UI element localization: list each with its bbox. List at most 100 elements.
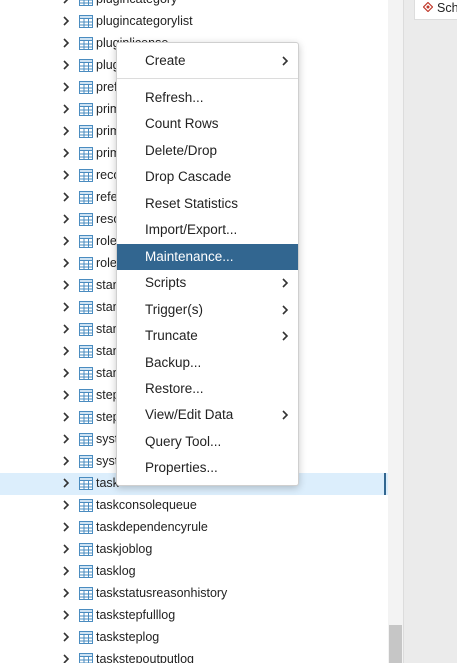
- table-icon: [79, 279, 93, 292]
- chevron-right-icon[interactable]: [60, 543, 72, 555]
- table-icon: [79, 653, 93, 663]
- menu-item-restore[interactable]: Restore...: [117, 376, 298, 402]
- chevron-right-icon: [282, 278, 289, 288]
- menu-item-label: Truncate: [145, 328, 198, 343]
- menu-item-delete-drop[interactable]: Delete/Drop: [117, 138, 298, 164]
- table-icon: [79, 103, 93, 116]
- chevron-right-icon[interactable]: [60, 477, 72, 489]
- table-icon: [79, 37, 93, 50]
- tree-row-label: taskstepoutputlog: [96, 652, 194, 663]
- menu-item-label: Delete/Drop: [145, 143, 218, 158]
- menu-item-triggers[interactable]: Trigger(s): [117, 297, 298, 323]
- chevron-right-icon[interactable]: [60, 279, 72, 291]
- menu-item-maintenance[interactable]: Maintenance...: [117, 244, 298, 270]
- chevron-right-icon[interactable]: [60, 125, 72, 137]
- menu-item-truncate[interactable]: Truncate: [117, 323, 298, 349]
- chevron-right-icon[interactable]: [60, 213, 72, 225]
- menu-item-properties[interactable]: Properties...: [117, 455, 298, 481]
- table-icon: [79, 191, 93, 204]
- chevron-right-icon[interactable]: [60, 37, 72, 49]
- table-icon: [79, 81, 93, 94]
- chevron-right-icon[interactable]: [60, 15, 72, 27]
- tree-row[interactable]: taskstatusreasonhistory: [0, 583, 388, 605]
- menu-item-count-rows[interactable]: Count Rows: [117, 111, 298, 137]
- menu-item-import-export[interactable]: Import/Export...: [117, 217, 298, 243]
- right-panel: Sch: [403, 0, 457, 663]
- table-icon: [79, 0, 93, 6]
- chevron-right-icon[interactable]: [60, 345, 72, 357]
- tree-row-label: role: [96, 234, 117, 248]
- table-icon: [79, 631, 93, 644]
- chevron-right-icon[interactable]: [60, 455, 72, 467]
- chevron-right-icon[interactable]: [60, 609, 72, 621]
- table-icon: [79, 213, 93, 226]
- tree-row[interactable]: taskstepfulllog: [0, 605, 388, 627]
- table-icon: [79, 499, 93, 512]
- chevron-right-icon[interactable]: [60, 499, 72, 511]
- chevron-right-icon[interactable]: [60, 81, 72, 93]
- chevron-right-icon[interactable]: [60, 169, 72, 181]
- tree-row-label: plugincategory: [96, 0, 177, 6]
- chevron-right-icon[interactable]: [60, 103, 72, 115]
- chevron-right-icon: [282, 305, 289, 315]
- menu-item-label: Properties...: [145, 460, 218, 475]
- table-icon: [79, 125, 93, 138]
- menu-item-create[interactable]: Create: [117, 48, 298, 74]
- menu-item-view-edit-data[interactable]: View/Edit Data: [117, 402, 298, 428]
- chevron-right-icon[interactable]: [60, 653, 72, 663]
- chevron-right-icon[interactable]: [60, 411, 72, 423]
- chevron-right-icon[interactable]: [60, 433, 72, 445]
- tree-row[interactable]: tasklog: [0, 561, 388, 583]
- table-icon: [79, 521, 93, 534]
- tree-row[interactable]: plugincategorylist: [0, 11, 388, 33]
- table-icon: [79, 367, 93, 380]
- chevron-right-icon[interactable]: [60, 631, 72, 643]
- chevron-right-icon[interactable]: [60, 191, 72, 203]
- table-icon: [79, 15, 93, 28]
- table-icon: [79, 565, 93, 578]
- schema-tab[interactable]: Sch: [414, 0, 457, 20]
- tree-row-label: role: [96, 256, 117, 270]
- chevron-right-icon[interactable]: [60, 257, 72, 269]
- tree-row-label: taskstatusreasonhistory: [96, 586, 228, 600]
- chevron-right-icon[interactable]: [60, 587, 72, 599]
- tree-row[interactable]: taskconsolequeue: [0, 495, 388, 517]
- menu-item-drop-cascade[interactable]: Drop Cascade: [117, 164, 298, 190]
- scrollbar-thumb[interactable]: [389, 625, 402, 663]
- chevron-right-icon[interactable]: [60, 565, 72, 577]
- menu-item-reset-statistics[interactable]: Reset Statistics: [117, 191, 298, 217]
- menu-item-label: Reset Statistics: [145, 196, 239, 211]
- tree-row[interactable]: plugincategory: [0, 0, 388, 11]
- table-icon: [79, 301, 93, 314]
- chevron-right-icon[interactable]: [60, 323, 72, 335]
- tree-row[interactable]: taskjoblog: [0, 539, 388, 561]
- tree-row[interactable]: taskdependencyrule: [0, 517, 388, 539]
- chevron-right-icon[interactable]: [60, 301, 72, 313]
- tree-row-label: taskconsolequeue: [96, 498, 197, 512]
- chevron-right-icon[interactable]: [60, 389, 72, 401]
- tree-row-label: syst: [96, 432, 119, 446]
- chevron-right-icon[interactable]: [60, 235, 72, 247]
- tree-row[interactable]: taskstepoutputlog: [0, 649, 388, 663]
- menu-divider: [117, 78, 298, 79]
- chevron-right-icon[interactable]: [60, 367, 72, 379]
- menu-item-label: Backup...: [145, 355, 202, 370]
- menu-item-label: Maintenance...: [145, 249, 234, 264]
- menu-item-label: Create: [145, 53, 186, 68]
- menu-item-scripts[interactable]: Scripts: [117, 270, 298, 296]
- chevron-right-icon[interactable]: [60, 521, 72, 533]
- schema-tab-label: Sch: [437, 1, 457, 15]
- menu-item-query-tool[interactable]: Query Tool...: [117, 429, 298, 455]
- schema-diff-icon: [423, 2, 433, 12]
- context-menu: Create Refresh... Count Rows Delete/Drop Dro…: [116, 42, 299, 486]
- chevron-right-icon[interactable]: [60, 147, 72, 159]
- menu-item-label: Restore...: [145, 381, 204, 396]
- tree-row[interactable]: tasksteplog: [0, 627, 388, 649]
- tree-scrollbar[interactable]: [388, 0, 403, 663]
- tree-row-label: taskstepfulllog: [96, 608, 176, 622]
- chevron-right-icon[interactable]: [60, 59, 72, 71]
- chevron-right-icon: [282, 56, 289, 66]
- menu-item-backup[interactable]: Backup...: [117, 350, 298, 376]
- menu-item-refresh[interactable]: Refresh...: [117, 85, 298, 111]
- chevron-right-icon[interactable]: [60, 0, 72, 5]
